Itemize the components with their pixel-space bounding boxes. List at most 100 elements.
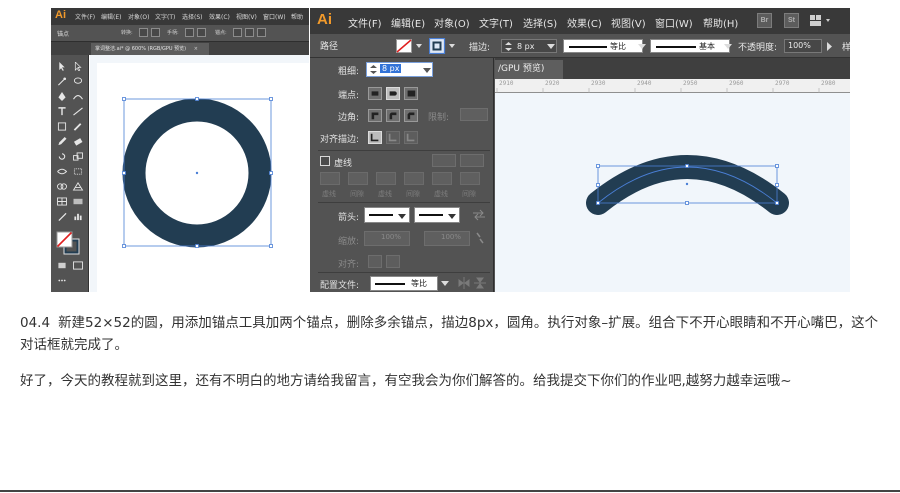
menu-file[interactable]: 文件(F) bbox=[75, 12, 95, 21]
chevron-down-icon[interactable] bbox=[638, 43, 646, 50]
left-document-tab[interactable]: 掌词整洁.ai* @ 600% (RGB/GPU 预览) × bbox=[91, 43, 209, 55]
menu-file[interactable]: 文件(F) bbox=[348, 15, 382, 30]
paintbrush-tool-icon[interactable] bbox=[72, 122, 84, 131]
chevron-down-icon[interactable] bbox=[423, 67, 431, 74]
arrow-extend-button[interactable] bbox=[368, 255, 382, 268]
fill-stroke-swatch[interactable] bbox=[56, 231, 80, 255]
handle-hide-icon[interactable] bbox=[197, 28, 206, 37]
graph-tool-icon[interactable] bbox=[72, 212, 84, 221]
rotate-tool-icon[interactable] bbox=[56, 152, 68, 161]
profile-dropdown[interactable]: 等比 bbox=[370, 276, 438, 291]
direct-selection-tool-icon[interactable] bbox=[72, 62, 84, 71]
arrow-place-button[interactable] bbox=[386, 255, 400, 268]
width-tool-icon[interactable] bbox=[56, 167, 68, 176]
anchor-connect-icon[interactable] bbox=[245, 28, 254, 37]
magic-wand-tool-icon[interactable] bbox=[56, 77, 68, 86]
dash-preserve-button[interactable] bbox=[432, 154, 456, 167]
opacity-input[interactable]: 100% bbox=[784, 39, 822, 53]
scale-tool-icon[interactable] bbox=[72, 152, 84, 161]
chevron-down-icon[interactable] bbox=[441, 280, 449, 287]
round-join-button[interactable] bbox=[386, 109, 400, 122]
dash-input-1[interactable] bbox=[320, 172, 340, 185]
bridge-button[interactable]: Br bbox=[757, 13, 772, 28]
ring-artwork[interactable] bbox=[97, 63, 309, 292]
menu-window[interactable]: 窗口(W) bbox=[263, 12, 286, 21]
curvature-tool-icon[interactable] bbox=[72, 92, 84, 101]
chevron-down-icon[interactable] bbox=[724, 43, 732, 50]
menu-type[interactable]: 文字(T) bbox=[479, 15, 513, 30]
line-tool-icon[interactable] bbox=[72, 107, 84, 116]
right-document-tab[interactable]: /GPU 预览) bbox=[495, 60, 563, 79]
arc-artwork[interactable] bbox=[495, 93, 850, 292]
stock-button[interactable]: St bbox=[784, 13, 799, 28]
shape-builder-tool-icon[interactable] bbox=[56, 182, 68, 191]
gap-input-2[interactable] bbox=[404, 172, 424, 185]
gap-input-3[interactable] bbox=[460, 172, 480, 185]
menu-select[interactable]: 选择(S) bbox=[182, 12, 203, 21]
menu-view[interactable]: 视图(V) bbox=[611, 15, 646, 30]
align-center-button[interactable] bbox=[368, 131, 382, 144]
menu-effect[interactable]: 效果(C) bbox=[209, 12, 230, 21]
menu-help[interactable]: 帮助 bbox=[291, 12, 303, 21]
round-cap-button[interactable] bbox=[386, 87, 400, 100]
chevron-down-icon[interactable] bbox=[547, 43, 555, 50]
gradient-tool-icon[interactable] bbox=[72, 197, 84, 206]
dash-align-button[interactable] bbox=[460, 154, 484, 167]
selection-tool-icon[interactable] bbox=[56, 62, 68, 71]
miter-join-button[interactable] bbox=[368, 109, 382, 122]
stroke-weight-input[interactable]: 8 px bbox=[501, 39, 557, 53]
brush-definition-dropdown[interactable]: 基本 bbox=[650, 39, 730, 53]
workspace-switcher-icon[interactable] bbox=[810, 15, 834, 27]
rectangle-tool-icon[interactable] bbox=[56, 122, 68, 131]
convert-corner-icon[interactable] bbox=[139, 28, 148, 37]
menu-type[interactable]: 文字(T) bbox=[155, 12, 175, 21]
start-arrowhead-dropdown[interactable] bbox=[364, 207, 410, 223]
eraser-tool-icon[interactable] bbox=[72, 137, 84, 146]
stepper-icon[interactable] bbox=[504, 41, 513, 52]
menu-select[interactable]: 选择(S) bbox=[523, 15, 557, 30]
eyedropper-tool-icon[interactable] bbox=[56, 212, 68, 221]
close-icon[interactable]: × bbox=[194, 46, 198, 52]
edit-toolbar-icon[interactable] bbox=[56, 276, 68, 285]
pencil-tool-icon[interactable] bbox=[56, 137, 68, 146]
menu-edit[interactable]: 编辑(E) bbox=[101, 12, 121, 21]
butt-cap-button[interactable] bbox=[368, 87, 382, 100]
menu-window[interactable]: 窗口(W) bbox=[655, 15, 693, 30]
draw-mode-icon[interactable] bbox=[56, 261, 68, 270]
fill-swatch-dropdown[interactable] bbox=[396, 39, 426, 53]
handle-show-icon[interactable] bbox=[185, 28, 194, 37]
link-scale-icon[interactable] bbox=[474, 231, 486, 245]
stroke-swatch-dropdown[interactable] bbox=[429, 38, 461, 54]
left-canvas[interactable] bbox=[90, 55, 309, 292]
convert-smooth-icon[interactable] bbox=[151, 28, 160, 37]
screen-mode-icon[interactable] bbox=[72, 261, 84, 270]
flip-horizontal-icon[interactable] bbox=[458, 277, 470, 289]
chevron-down-icon[interactable] bbox=[448, 213, 456, 220]
pen-tool-icon[interactable] bbox=[56, 92, 68, 101]
chevron-right-icon[interactable] bbox=[826, 42, 834, 51]
variable-width-profile-dropdown[interactable]: 等比 bbox=[563, 39, 643, 53]
menu-edit[interactable]: 编辑(E) bbox=[391, 15, 425, 30]
mesh-tool-icon[interactable] bbox=[56, 197, 68, 206]
swap-arrowheads-icon[interactable] bbox=[472, 209, 486, 221]
menu-help[interactable]: 帮助(H) bbox=[703, 15, 738, 30]
dash-input-3[interactable] bbox=[432, 172, 452, 185]
projecting-cap-button[interactable] bbox=[404, 87, 418, 100]
anchor-remove-icon[interactable] bbox=[233, 28, 242, 37]
gap-input-1[interactable] bbox=[348, 172, 368, 185]
stepper-icon[interactable] bbox=[369, 64, 378, 75]
weight-input[interactable]: 8 px bbox=[366, 62, 433, 77]
end-scale-input[interactable]: 100% bbox=[424, 231, 470, 246]
lasso-tool-icon[interactable] bbox=[72, 77, 84, 86]
limit-input[interactable] bbox=[460, 108, 488, 121]
menu-effect[interactable]: 效果(C) bbox=[567, 15, 602, 30]
bevel-join-button[interactable] bbox=[404, 109, 418, 122]
align-inside-button[interactable] bbox=[386, 131, 400, 144]
align-outside-button[interactable] bbox=[404, 131, 418, 144]
menu-object[interactable]: 对象(O) bbox=[128, 12, 149, 21]
chevron-down-icon[interactable] bbox=[398, 213, 406, 220]
free-transform-tool-icon[interactable] bbox=[72, 167, 84, 176]
type-tool-icon[interactable] bbox=[56, 107, 68, 116]
perspective-grid-tool-icon[interactable] bbox=[72, 182, 84, 191]
flip-vertical-icon[interactable] bbox=[474, 277, 486, 289]
